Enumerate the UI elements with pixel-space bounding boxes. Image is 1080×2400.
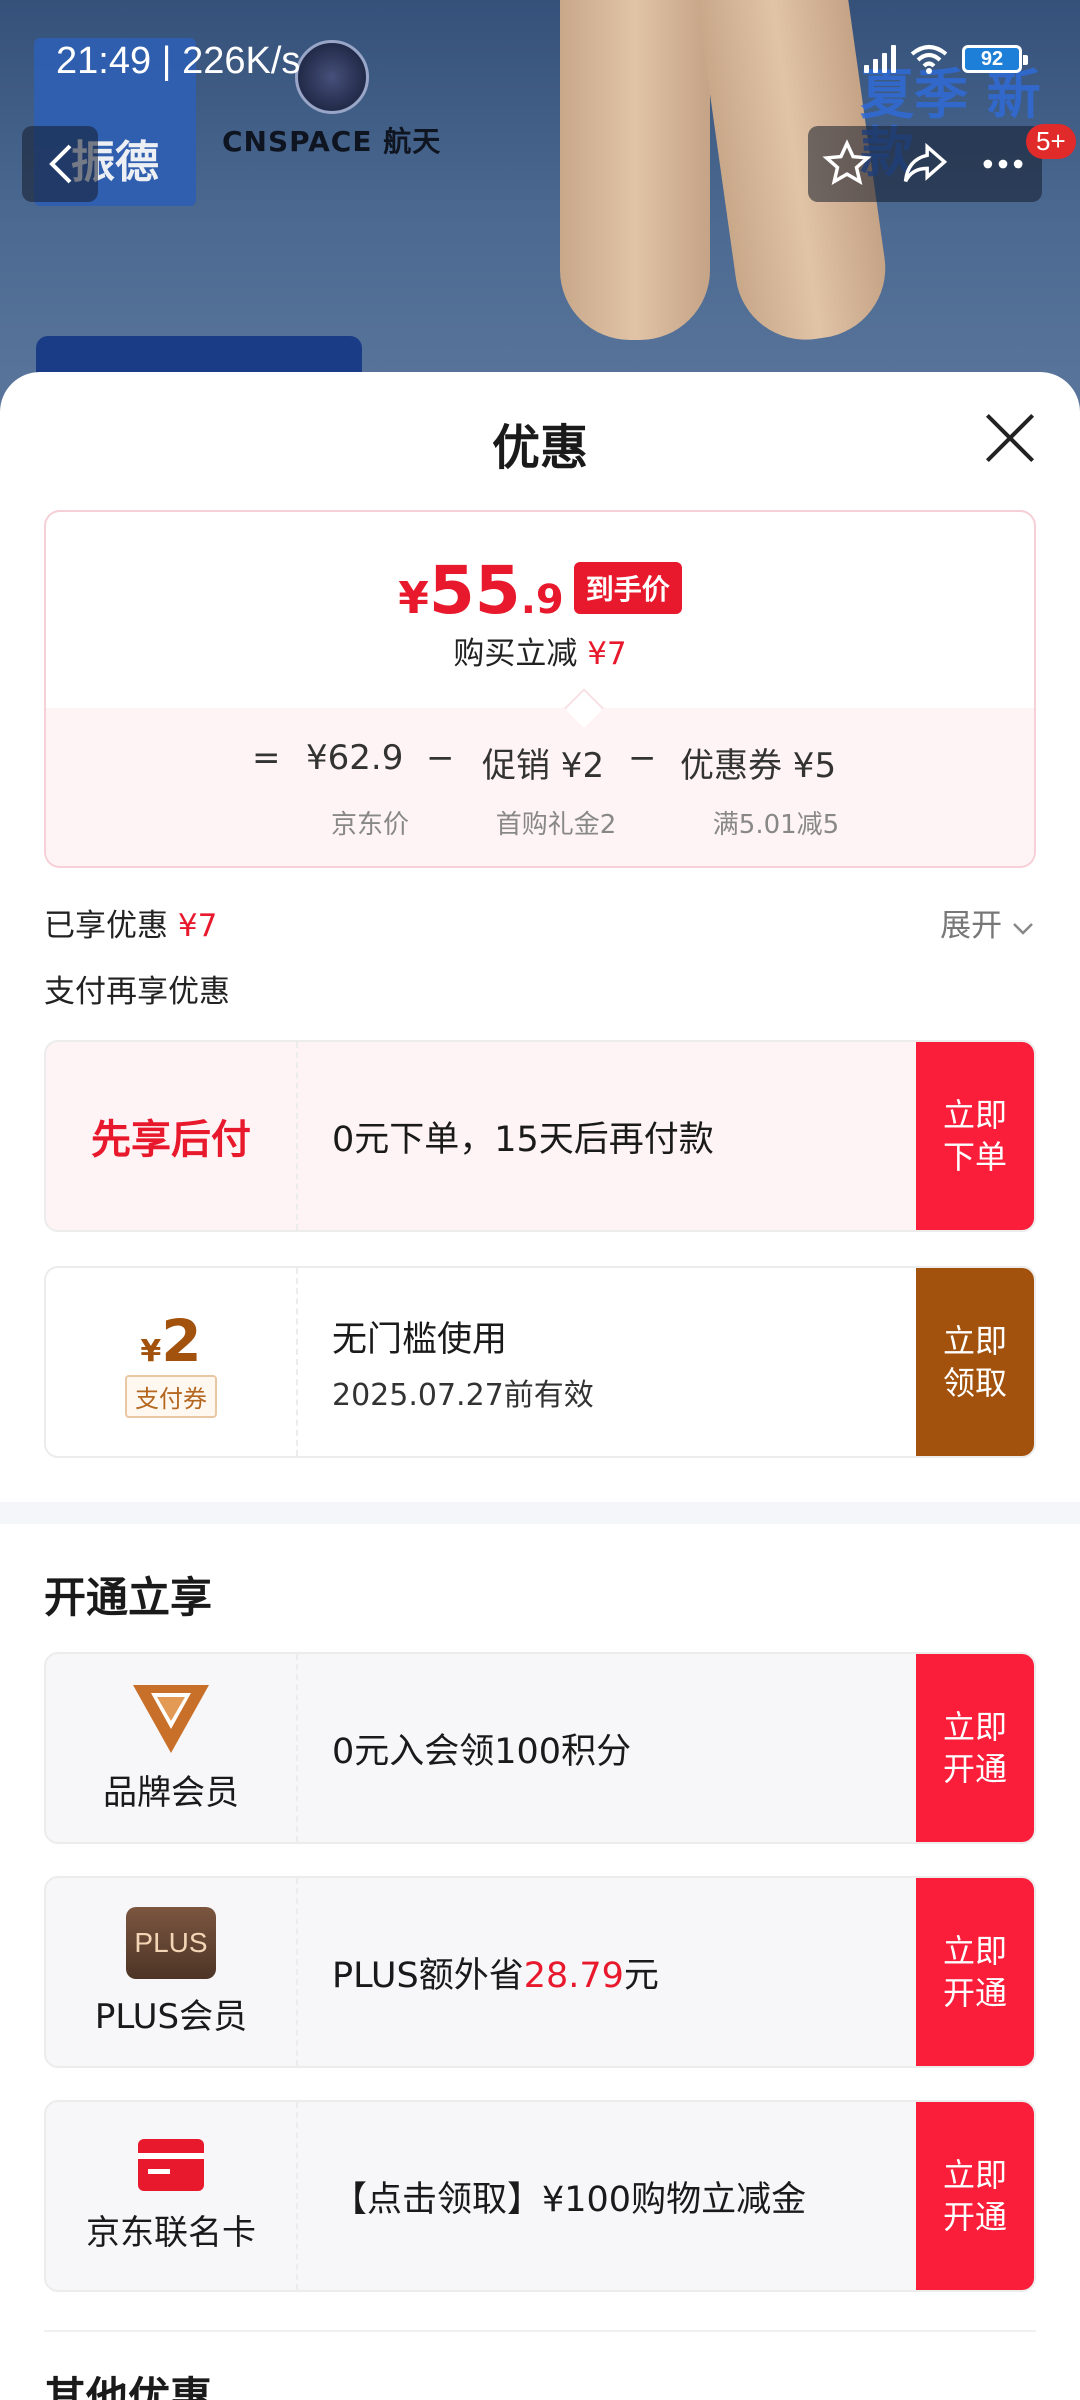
open-brand-member-button[interactable]: 立即 开通 xyxy=(916,1654,1034,1842)
promo-amount: 促销 ¥2 xyxy=(482,746,605,786)
credit-card-icon xyxy=(138,2138,204,2191)
wifi-icon xyxy=(910,45,948,74)
pay-later-text: 0元下单，15天后再付款 xyxy=(332,1119,714,1160)
cobrand-card-offer[interactable]: 京东联名卡 【点击领取】¥100购物立减金 立即 开通 xyxy=(44,2100,1036,2292)
battery-icon: 92 xyxy=(962,45,1028,73)
share-icon[interactable] xyxy=(899,138,951,190)
notification-badge: 5+ xyxy=(1026,124,1076,159)
promo-label: 首购礼金2 xyxy=(495,810,617,840)
sheet-title: 优惠 xyxy=(491,420,588,476)
purchase-reduction: 购买立减 ¥7 xyxy=(453,636,627,672)
equals-sign: = xyxy=(252,738,281,778)
close-icon[interactable] xyxy=(984,412,1036,464)
coupon-condition: 无门槛使用 xyxy=(332,1319,508,1360)
minus-sign-2: − xyxy=(628,738,657,778)
final-price-tag: 到手价 xyxy=(573,562,682,614)
signal-icon xyxy=(864,45,896,73)
expand-toggle[interactable]: 展开 xyxy=(940,900,1034,945)
base-price: ¥62.9 xyxy=(306,738,404,778)
status-bar: 21:49 | 226K/s 92 xyxy=(0,0,1080,120)
cobrand-card-name: 京东联名卡 xyxy=(86,2212,256,2253)
status-time: 21:49 | 226K/s xyxy=(56,40,301,82)
plus-saving-text: PLUS额外省28.79元 xyxy=(332,1955,659,1996)
top-action-group xyxy=(808,126,1042,202)
coupon-amount: 优惠券 ¥5 xyxy=(680,746,837,786)
coupon-expiry: 2025.07.27前有效 xyxy=(332,1377,594,1413)
open-cobrand-card-button[interactable]: 立即 开通 xyxy=(916,2102,1034,2290)
more-icon[interactable] xyxy=(977,138,1029,190)
price-breakdown-card: ¥55.9 到手价 购买立减 ¥7 = ¥62.9 − 促销 ¥2 − 优惠券 ¥… xyxy=(44,510,1036,868)
cobrand-card-text: 【点击领取】¥100购物立减金 xyxy=(332,2179,807,2220)
final-price: ¥55.9 到手价 xyxy=(46,552,1034,629)
order-now-button[interactable]: 立即 下单 xyxy=(916,1042,1034,1230)
discount-sheet: 优惠 ¥55.9 到手价 购买立减 ¥7 = ¥62.9 − 促销 ¥2 − 优惠… xyxy=(0,372,1080,2400)
plus-logo-icon: PLUS xyxy=(126,1906,216,1979)
section-separator xyxy=(0,1502,1080,1524)
coupon-label: 满5.01减5 xyxy=(712,810,840,840)
star-icon[interactable] xyxy=(821,138,873,190)
pay-more-label: 支付再享优惠 xyxy=(44,974,230,1010)
brand-member-offer[interactable]: 品牌会员 0元入会领100积分 立即 开通 xyxy=(44,1652,1036,1844)
pay-later-offer[interactable]: 先享后付 0元下单，15天后再付款 立即 下单 xyxy=(44,1040,1036,1232)
pay-later-title: 先享后付 xyxy=(91,1117,251,1163)
other-offers-title: 其他优惠 xyxy=(44,2373,213,2400)
chevron-down-icon xyxy=(1013,923,1033,935)
minus-sign-1: − xyxy=(426,738,455,778)
pay-coupon-offer[interactable]: ¥2 支付券 无门槛使用 2025.07.27前有效 立即 领取 xyxy=(44,1266,1036,1458)
pay-coupon-tag: 支付券 xyxy=(125,1374,217,1418)
base-price-label: 京东价 xyxy=(330,810,409,840)
back-button[interactable] xyxy=(22,126,98,202)
claim-coupon-button[interactable]: 立即 领取 xyxy=(916,1268,1034,1456)
plus-member-offer[interactable]: PLUS PLUS会员 PLUS额外省28.79元 立即 开通 xyxy=(44,1876,1036,2068)
open-membership-title: 开通立享 xyxy=(44,1573,213,1622)
section-divider xyxy=(44,2330,1036,2332)
enjoyed-discount: 已享优惠 ¥7 xyxy=(44,908,218,944)
brand-member-logo-icon xyxy=(133,1684,209,1753)
brand-member-name: 品牌会员 xyxy=(103,1772,239,1813)
brand-logo-cnspace: CNSPACE 航天 xyxy=(222,40,441,160)
open-plus-member-button[interactable]: 立即 开通 xyxy=(916,1878,1034,2066)
brand-member-text: 0元入会领100积分 xyxy=(332,1731,632,1772)
plus-member-name: PLUS会员 xyxy=(94,1996,248,2037)
coupon-value: ¥2 xyxy=(140,1306,202,1375)
price-calc-area xyxy=(46,708,1034,866)
chevron-left-icon xyxy=(49,144,72,184)
